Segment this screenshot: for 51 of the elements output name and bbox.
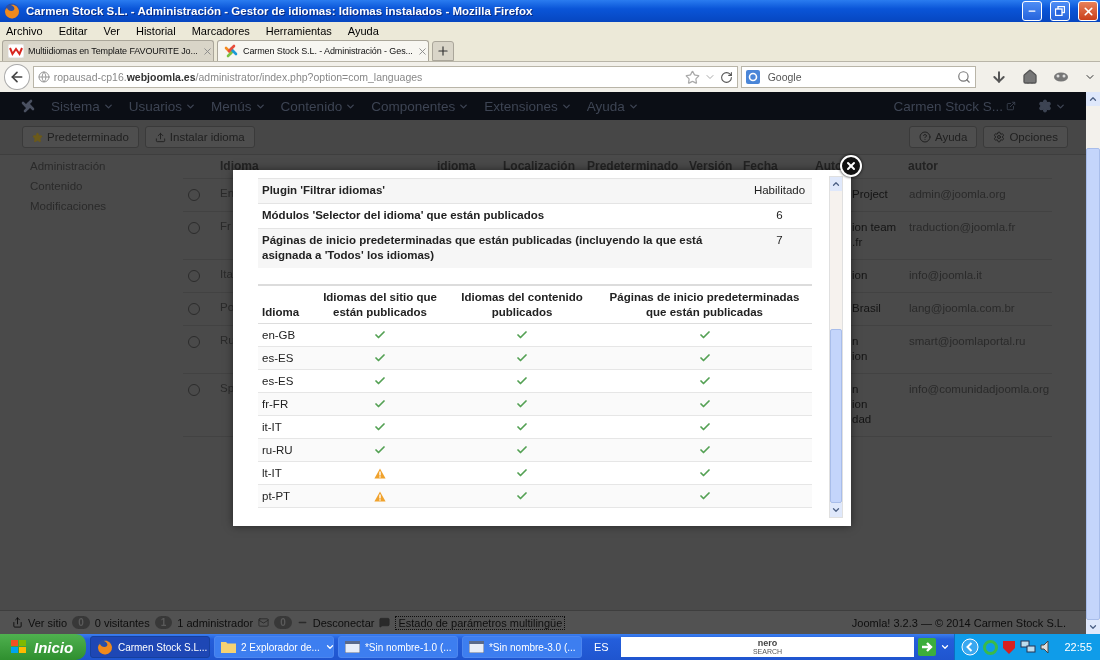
language-code: es-ES <box>261 375 295 387</box>
logout-link[interactable]: Desconectar <box>312 616 375 629</box>
info-value: 6 <box>775 208 784 223</box>
admin-menu-item[interactable]: Usuarios <box>128 98 197 114</box>
language-code: it-IT <box>261 421 283 433</box>
admin-menu-item[interactable]: Contenido <box>280 98 357 114</box>
window-title: Carmen Stock S.L. - Administración - Gestor de idiomas: Idiomas instalados - Mozilla Firefox <box>26 5 534 17</box>
menu-item[interactable]: Herramientas <box>265 25 332 37</box>
admin-menu-item[interactable]: Sistema <box>51 98 114 114</box>
info-value: Habilitado <box>752 183 807 198</box>
language-code: en-GB <box>261 329 297 341</box>
taskbar-button[interactable]: Carmen Stock S.L... <box>89 636 210 658</box>
info-label: Plugin 'Filtrar idiomas' <box>262 183 387 198</box>
language-code: pt-PT <box>261 490 292 502</box>
menu-item[interactable]: Historial <box>135 25 176 37</box>
browser-tab[interactable]: Carmen Stock S.L. - Administración - Ges... <box>217 40 429 61</box>
taskbar-button[interactable]: *Sin nombre-3.0 (... <box>461 636 582 658</box>
multilingual-status-link[interactable]: Estado de parámetros multilingüe <box>395 615 566 630</box>
status-text: 0 visitantes <box>94 616 150 629</box>
language-code: es-ES <box>261 352 295 364</box>
status-text: 1 administrador <box>177 616 254 629</box>
language-indicator[interactable]: ES <box>585 641 617 653</box>
column-header: Idioma <box>261 305 301 320</box>
info-label: Módulos 'Selector del idioma' que están publicados <box>262 208 546 223</box>
language-code: fr-FR <box>261 398 290 410</box>
menu-item[interactable]: Archivo <box>6 25 43 37</box>
search-box[interactable]: Google <box>740 66 976 88</box>
info-value: 7 <box>775 233 784 248</box>
column-header: Páginas de inicio predeterminadas que están publicadas <box>608 290 801 320</box>
admin-menu-item[interactable]: Ayuda <box>586 98 639 114</box>
info-label: Páginas de inicio predeterminadas que están publicadas (incluyendo la que está asignada a 'Todos' los idiomas) <box>262 233 704 263</box>
column-header: Idiomas del sitio que están publicados <box>322 290 438 320</box>
column-header: Idiomas del contenido publicados <box>460 290 584 320</box>
admin-menu-item[interactable]: Componentes <box>371 98 470 114</box>
menu-item[interactable]: Editar <box>58 25 88 37</box>
language-code: ru-RU <box>261 444 294 456</box>
menu-item[interactable]: Ayuda <box>347 25 379 37</box>
clock: 22:55 <box>1064 641 1092 653</box>
language-code: lt-IT <box>261 467 283 479</box>
browser-tab[interactable]: Multiidiomas en Template FAVOURITE Jo... <box>2 40 214 61</box>
admin-menu-item[interactable]: Extensiones <box>484 98 572 114</box>
taskbar-button[interactable]: *Sin nombre-1.0 (... <box>337 636 458 658</box>
site-link[interactable]: Carmen Stock S... <box>893 98 1016 114</box>
start-button[interactable]: Inicio <box>0 634 86 660</box>
address-field[interactable]: ropausad-cp16.webjoomla.es/administrator/index.php?option=com_languages <box>32 66 738 88</box>
view-site-link[interactable]: Ver sitio <box>28 616 68 629</box>
admin-menu-item[interactable]: Menús <box>211 98 266 114</box>
menu-item[interactable]: Ver <box>103 25 120 37</box>
menu-item[interactable]: Marcadores <box>191 25 250 37</box>
footer-text: Joomla! 3.2.3 — © 2014 Carmen Stock S.L. <box>851 616 1066 629</box>
taskbar-button[interactable]: 2 Explorador de... <box>213 636 334 658</box>
